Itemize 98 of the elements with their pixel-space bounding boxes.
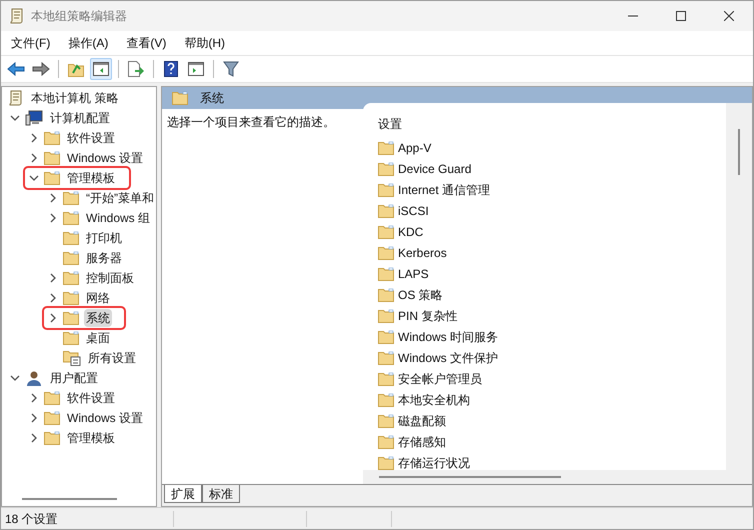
list-item[interactable]: Kerberos [398,244,447,262]
folder-icon [378,204,394,218]
folder-icon [63,191,79,205]
chevron-down-icon[interactable] [10,373,20,383]
list-item[interactable]: 存储感知 [398,432,446,450]
folder-icon [44,151,60,165]
computer-icon [25,110,43,126]
folder-icon [378,330,394,344]
tree-item[interactable]: 软件设置 [65,129,117,147]
pane-view-icon [188,62,204,76]
tree-item[interactable]: 桌面 [84,329,112,347]
tree-item[interactable]: 所有设置 [86,349,138,367]
folder-icon [44,171,60,185]
tree-item[interactable]: 本地计算机 策略 [29,89,120,107]
folder-icon [63,311,79,325]
list-item[interactable]: PIN 复杂性 [398,306,458,324]
folder-icon [63,211,79,225]
folder-icon [378,434,394,448]
folder-icon [378,224,394,238]
folder-icon [44,391,60,405]
tree-item[interactable]: Windows 设置 [65,409,146,427]
folder-icon [378,162,394,176]
section-title: 系统 [200,90,224,107]
folder-icon [378,372,394,386]
folder-up-icon [68,61,84,77]
tree-item[interactable]: 用户配置 [48,369,100,387]
list-item[interactable]: Device Guard [398,160,472,178]
status-text: 18 个设置 [4,510,59,528]
folder-icon [378,414,394,428]
tree-item[interactable]: 管理模板 [65,169,117,187]
folder-icon [63,231,79,245]
tree-item[interactable]: 软件设置 [65,389,117,407]
scrollbar[interactable] [379,476,561,478]
forward-arrow-icon [32,62,50,76]
user-icon [25,370,43,386]
folder-icon [172,91,188,105]
folder-icon [378,182,394,196]
tree-item[interactable]: 打印机 [84,229,124,247]
folder-icon [63,271,79,285]
folder-icon [378,456,394,470]
menu-item[interactable]: 操作(A) [62,34,114,52]
folder-icon [63,251,79,265]
list-item[interactable]: OS 策略 [398,286,443,304]
maximize-icon [676,11,686,21]
pane-toggle-icon [93,62,109,76]
folder-icon [378,246,394,260]
menu-item[interactable]: 帮助(H) [178,34,231,52]
window-title: 本地组策略编辑器 [31,8,127,25]
back-arrow-icon [7,62,25,76]
tree-item[interactable]: 服务器 [84,249,124,267]
chevron-down-icon[interactable] [29,173,39,183]
list-item[interactable]: Windows 时间服务 [398,328,498,346]
scroll-icon [8,90,24,106]
list-item[interactable]: Windows 文件保护 [398,348,498,366]
description-text: 选择一个项目来查看它的描述。 [167,115,335,129]
folder-icon [378,350,394,364]
settings-folder-icon [63,350,81,366]
tree-item[interactable]: 管理模板 [65,429,117,447]
menu-item[interactable]: 文件(F) [5,34,56,52]
tree-item[interactable]: 计算机配置 [48,109,112,127]
tree-item[interactable]: 系统 [84,309,112,327]
filter-icon [223,61,239,77]
folder-icon [378,140,394,154]
folder-icon [44,411,60,425]
tree-item[interactable]: “开始”菜单和 [84,189,156,207]
menu-item[interactable]: 查看(V) [120,34,172,52]
close-icon [724,11,734,21]
help-icon [164,61,178,77]
folder-icon [63,291,79,305]
folder-icon [378,266,394,280]
tree-item[interactable]: Windows 组 [84,209,152,227]
view-tab[interactable]: 标准 [202,485,240,503]
column-header[interactable]: 设置 [378,115,402,133]
chevron-down-icon[interactable] [10,113,20,123]
scroll-icon [9,8,25,24]
list-item[interactable]: 存储运行状况 [398,454,470,470]
list-item[interactable]: App-V [398,138,432,156]
folder-icon [378,288,394,302]
list-item[interactable]: KDC [398,222,424,240]
list-item[interactable]: 磁盘配额 [398,412,446,430]
list-item[interactable]: 安全帐户管理员 [398,370,482,388]
scrollbar[interactable] [738,129,740,175]
tree-item[interactable]: 控制面板 [84,269,136,287]
folder-icon [44,131,60,145]
list-item[interactable]: LAPS [398,264,429,282]
list-item[interactable]: Internet 通信管理 [398,180,490,198]
export-list-icon [127,61,145,77]
folder-icon [378,392,394,406]
folder-icon [378,308,394,322]
view-tab[interactable]: 扩展 [164,485,202,503]
folder-icon [44,431,60,445]
scrollbar[interactable] [22,498,117,500]
list-item[interactable]: iSCSI [398,202,429,220]
tree-item[interactable]: Windows 设置 [65,149,146,167]
folder-icon [63,331,79,345]
list-item[interactable]: 本地安全机构 [398,390,470,408]
toolbar-button[interactable] [90,58,112,80]
tree-item[interactable]: 网络 [84,289,112,307]
